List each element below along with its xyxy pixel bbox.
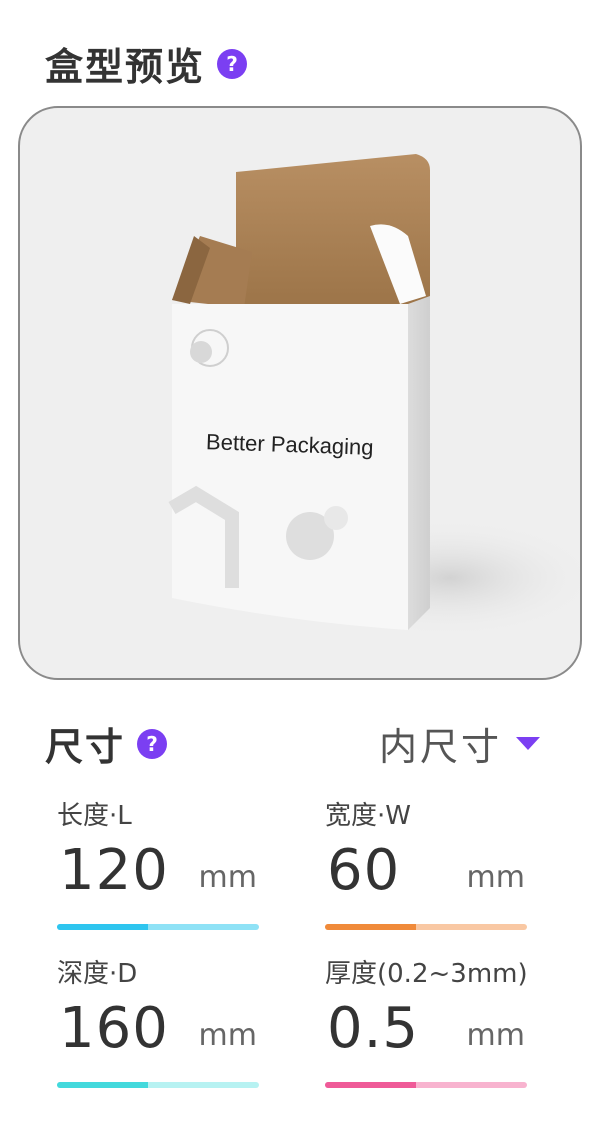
depth-unit: mm (198, 1018, 257, 1053)
size-title: 尺寸 (45, 725, 126, 769)
depth-label: 深度·D (57, 959, 138, 989)
width-unit: mm (466, 860, 525, 895)
length-label: 长度·L (57, 801, 132, 831)
depth-value[interactable]: 160 (59, 996, 169, 1061)
width-label: 宽度·W (325, 801, 411, 831)
caret-down-icon (516, 737, 540, 750)
width-slider-fill (325, 924, 416, 930)
thickness-unit: mm (466, 1018, 525, 1053)
length-value[interactable]: 120 (59, 838, 169, 903)
box-illustration (168, 154, 580, 638)
size-header: 尺寸 ? (45, 716, 168, 771)
box-preview-title: 盒型预览 (45, 45, 206, 89)
depth-field[interactable]: 深度·D 160 mm (57, 953, 259, 1088)
box-preview-header: 盒型预览 ? (45, 36, 248, 91)
length-slider[interactable] (57, 924, 259, 930)
box-preview-image: Better Packaging (18, 106, 582, 680)
size-mode-dropdown[interactable]: 内尺寸 (379, 716, 540, 771)
depth-slider[interactable] (57, 1082, 259, 1088)
thickness-field[interactable]: 厚度(0.2~3mm) 0.5 mm (325, 953, 528, 1088)
width-slider[interactable] (325, 924, 527, 930)
width-field[interactable]: 宽度·W 60 mm (325, 795, 527, 930)
thickness-label: 厚度(0.2~3mm) (325, 959, 528, 989)
length-field[interactable]: 长度·L 120 mm (57, 795, 259, 930)
width-value[interactable]: 60 (327, 838, 400, 903)
size-mode-label: 内尺寸 (378, 725, 502, 769)
help-icon[interactable]: ? (137, 728, 168, 759)
length-unit: mm (198, 860, 257, 895)
depth-slider-fill (57, 1082, 148, 1088)
length-slider-fill (57, 924, 148, 930)
thickness-value[interactable]: 0.5 (327, 996, 419, 1061)
thickness-slider-fill (325, 1082, 416, 1088)
thickness-slider[interactable] (325, 1082, 527, 1088)
help-icon[interactable]: ? (217, 48, 248, 79)
